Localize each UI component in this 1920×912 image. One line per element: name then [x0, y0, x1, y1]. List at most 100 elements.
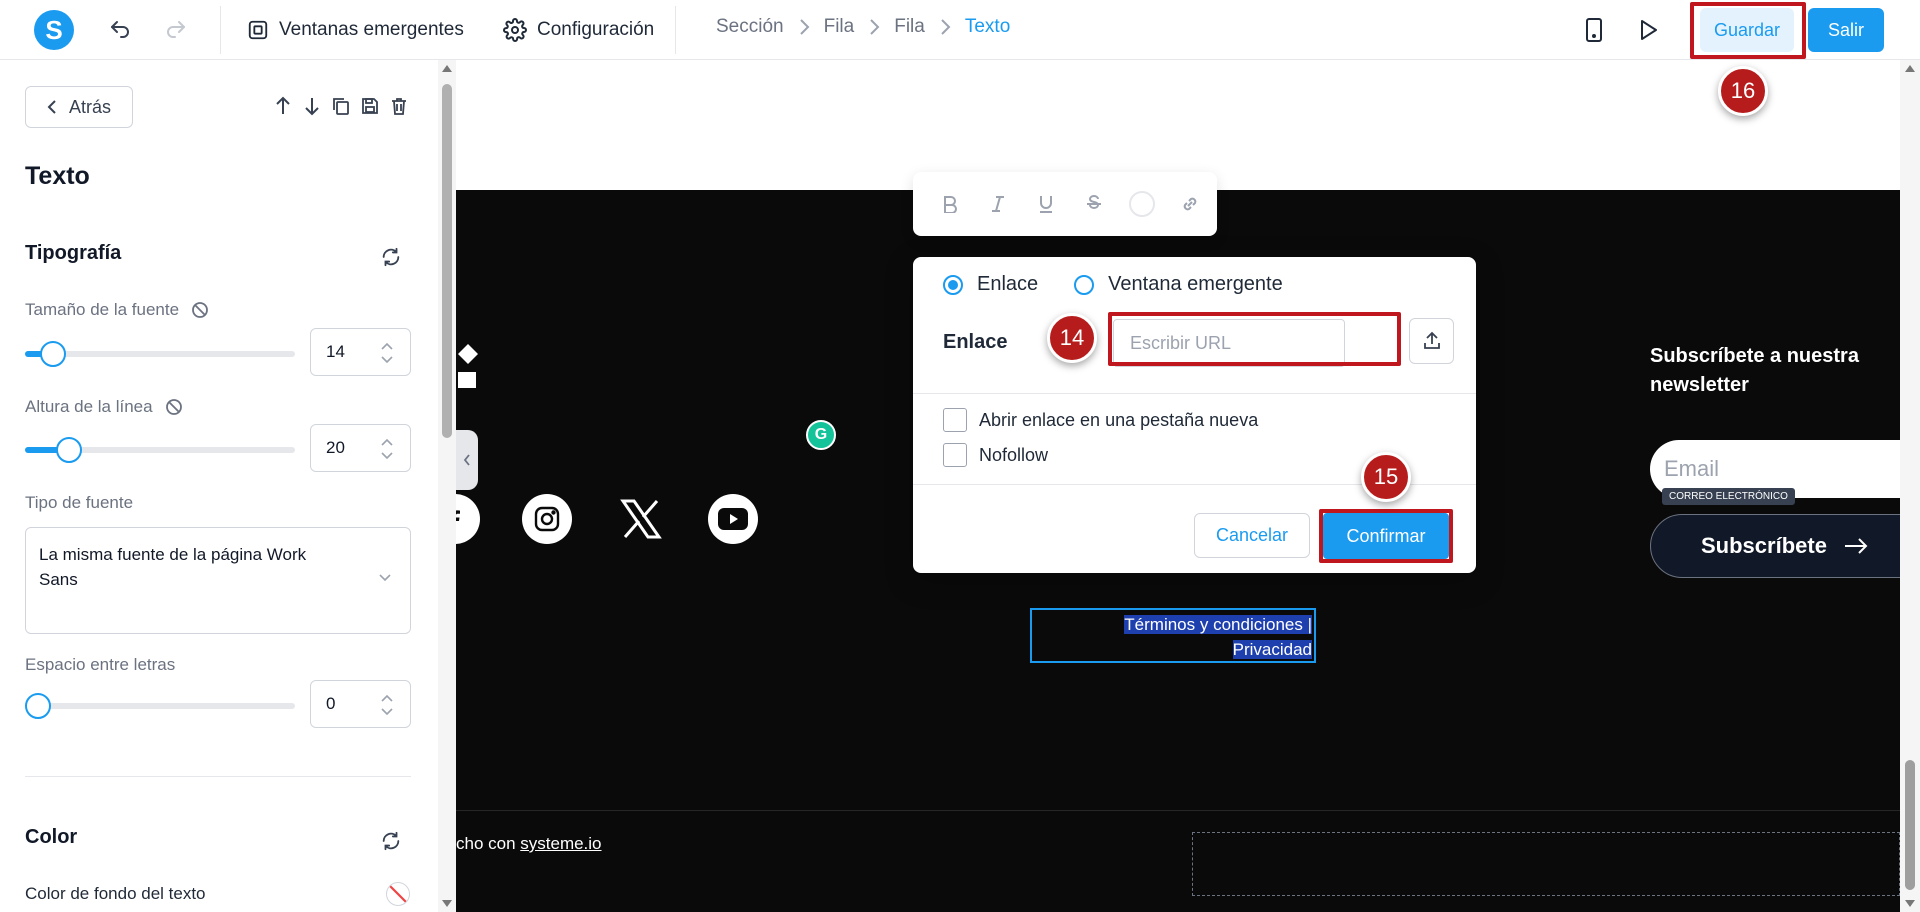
play-preview-icon[interactable] [1632, 14, 1664, 46]
line-height-input[interactable]: 20 [310, 424, 411, 472]
site-logo-fragment [458, 344, 480, 399]
grammarly-icon[interactable]: G [806, 420, 836, 450]
cancel-button[interactable]: Cancelar [1194, 513, 1310, 558]
chevron-right-icon [798, 18, 810, 36]
chevron-down-icon [379, 574, 391, 582]
terms-link[interactable]: Términos y condiciones | [1124, 615, 1312, 634]
move-down-icon[interactable] [301, 94, 323, 118]
newsletter-title: Subscríbete a nuestra newsletter [1650, 345, 1859, 396]
footer-credit: cho con systeme.io [456, 834, 602, 853]
url-input-highlight [1108, 312, 1401, 366]
arrow-right-icon [1844, 538, 1868, 554]
element-title: Texto [25, 162, 90, 190]
popups-button[interactable]: Ventanas emergentes [247, 14, 464, 46]
stepper-icon[interactable] [380, 340, 394, 366]
reset-color-icon[interactable] [376, 826, 406, 856]
toolbar-divider [675, 6, 676, 54]
canvas-scrollbar[interactable] [1900, 60, 1920, 912]
sidebar-scroll-thumb[interactable] [442, 84, 452, 438]
x-twitter-icon[interactable] [616, 494, 666, 544]
bold-icon[interactable] [935, 189, 965, 219]
radio-popup-label[interactable]: Ventana emergente [1108, 273, 1283, 296]
canvas-scroll-thumb[interactable] [1905, 760, 1915, 890]
breadcrumb-section[interactable]: Sección [716, 16, 784, 38]
scroll-up-icon[interactable] [442, 65, 452, 72]
save-button-highlight [1690, 2, 1806, 59]
redo-icon[interactable] [160, 14, 192, 46]
breadcrumb: Sección Fila Fila Texto [716, 16, 1010, 38]
chevron-right-icon [939, 18, 951, 36]
strikethrough-icon[interactable] [1079, 189, 1109, 219]
systeme-logo[interactable]: S [34, 10, 74, 50]
reset-typography-icon[interactable] [376, 242, 406, 272]
nofollow-option[interactable]: Nofollow [943, 443, 1048, 467]
letter-spacing-input[interactable]: 0 [310, 680, 411, 728]
radio-link-label[interactable]: Enlace [977, 273, 1038, 296]
text-format-toolbar [913, 172, 1217, 236]
letter-spacing-slider-handle[interactable] [25, 693, 51, 719]
scroll-down-icon[interactable] [442, 900, 452, 907]
duplicate-icon[interactable] [330, 94, 352, 118]
text-bg-color-swatch[interactable] [386, 882, 410, 906]
systeme-link[interactable]: systeme.io [520, 834, 601, 853]
legal-links-text[interactable]: Términos y condiciones | Privacidad [1030, 608, 1316, 663]
new-tab-checkbox[interactable] [943, 408, 967, 432]
breadcrumb-row-inner[interactable]: Fila [894, 16, 925, 38]
confirm-button-highlight [1319, 509, 1453, 563]
toolbar-divider [220, 6, 221, 54]
mobile-preview-icon[interactable] [1578, 14, 1610, 46]
sidebar-scrollbar[interactable] [438, 60, 456, 912]
typography-heading: Tipografía [25, 242, 122, 264]
nofollow-checbox[interactable] [943, 443, 967, 467]
top-toolbar: S Ventanas emergentes Configuración Secc… [0, 0, 1920, 60]
disabled-responsive-icon [165, 399, 182, 415]
exit-button[interactable]: Salir [1808, 8, 1884, 52]
empty-drop-zone[interactable] [1192, 832, 1900, 896]
subscribe-button[interactable]: Subscríbete [1650, 514, 1900, 578]
settings-button[interactable]: Configuración [503, 14, 654, 46]
letter-spacing-label: Espacio entre letras [25, 655, 176, 674]
font-type-select[interactable]: La misma fuente de la página Work Sans [25, 527, 411, 634]
save-block-icon[interactable] [359, 94, 381, 118]
font-type-label: Tipo de fuente [25, 493, 134, 512]
move-up-icon[interactable] [272, 94, 294, 118]
text-color-swatch[interactable] [1127, 189, 1157, 219]
instagram-icon[interactable] [522, 494, 572, 544]
line-height-slider[interactable] [25, 437, 295, 463]
breadcrumb-row[interactable]: Fila [824, 16, 855, 38]
element-tools [272, 94, 410, 118]
radio-link[interactable] [943, 274, 963, 295]
footer-divider [456, 810, 1900, 811]
font-size-slider-handle[interactable] [40, 341, 66, 367]
gear-icon [503, 18, 527, 42]
new-tab-option[interactable]: Abrir enlace en una pestaña nueva [943, 408, 1258, 432]
section-divider [25, 776, 411, 777]
stepper-icon[interactable] [380, 436, 394, 462]
privacy-link[interactable]: Privacidad [1232, 640, 1312, 659]
chevron-left-icon [463, 454, 470, 466]
youtube-icon[interactable] [708, 494, 758, 544]
font-size-slider[interactable] [25, 341, 295, 367]
underline-icon[interactable] [1031, 189, 1061, 219]
delete-icon[interactable] [388, 94, 410, 118]
scroll-up-icon[interactable] [1905, 65, 1915, 72]
upload-icon[interactable] [1409, 318, 1454, 364]
settings-label: Configuración [537, 19, 655, 40]
scroll-down-icon[interactable] [1905, 900, 1915, 907]
collapse-sidebar-tab[interactable] [456, 430, 478, 490]
font-size-label: Tamaño de la fuente [25, 300, 209, 320]
line-height-slider-handle[interactable] [56, 437, 82, 463]
italic-icon[interactable] [983, 189, 1013, 219]
radio-popup[interactable] [1074, 274, 1095, 295]
stepper-icon[interactable] [380, 692, 394, 718]
text-bg-color-label: Color de fondo del texto [25, 884, 206, 903]
font-size-input[interactable]: 14 [310, 328, 411, 376]
undo-icon[interactable] [104, 14, 136, 46]
line-height-label: Altura de la línea [25, 397, 183, 417]
letter-spacing-slider[interactable] [25, 693, 295, 719]
step-marker-14: 14 [1047, 313, 1097, 363]
chevron-right-icon [868, 18, 880, 36]
breadcrumb-text[interactable]: Texto [965, 16, 1010, 38]
link-icon[interactable] [1175, 189, 1205, 219]
back-button[interactable]: Atrás [25, 86, 133, 128]
